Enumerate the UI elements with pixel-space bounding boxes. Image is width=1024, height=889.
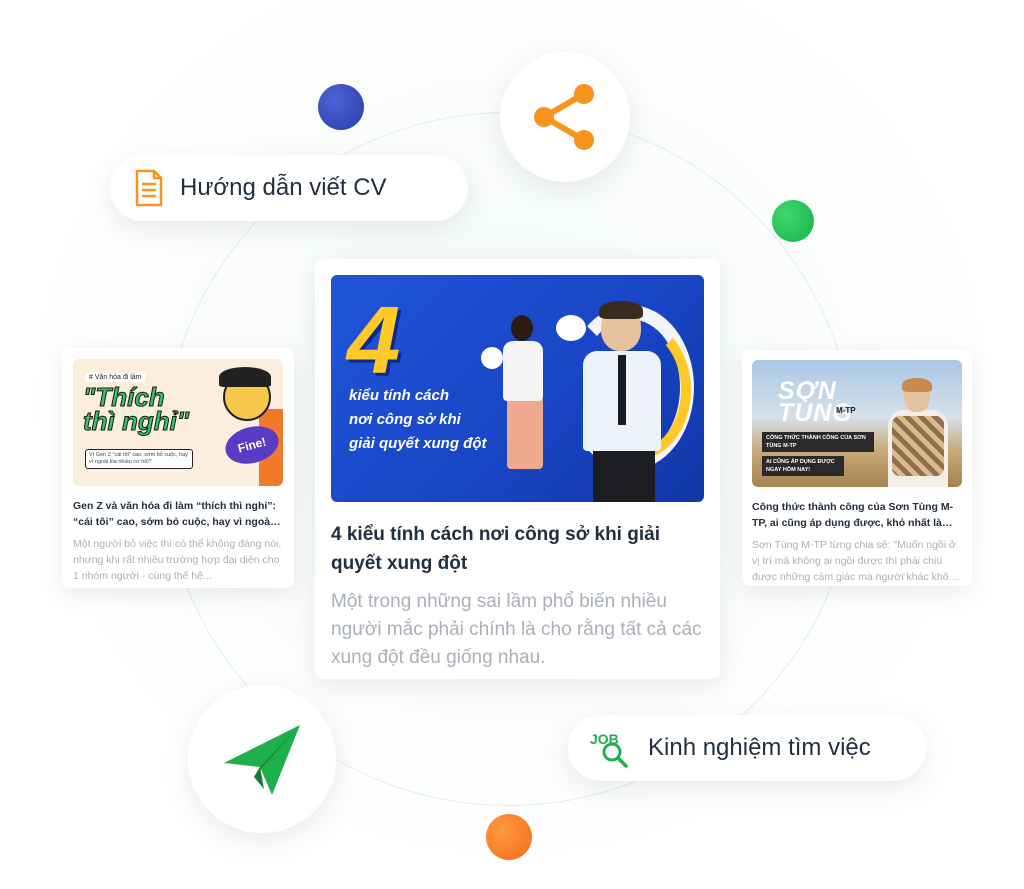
thumbnail-caption-1: CÔNG THỨC THÀNH CÔNG CỦA SƠN TÙNG M-TP xyxy=(762,432,874,452)
thumbnail-line-2: nơi công sở khi xyxy=(349,411,461,428)
article-left-title[interactable]: Gen Z và văn hóa đi làm “thích thì nghỉ”… xyxy=(73,498,283,530)
woman-figure-body xyxy=(503,341,543,401)
paper-plane-icon xyxy=(224,725,300,795)
article-card-left[interactable]: # Văn hóa đi làm "Thích thì nghỉ" Vì Gen… xyxy=(62,348,294,588)
singer-figure-hair xyxy=(902,378,932,392)
thumbnail-headline: SƠN TÙNG xyxy=(778,379,853,426)
share-button[interactable] xyxy=(500,52,630,182)
thumbnail-headline-suffix: M-TP xyxy=(836,406,856,415)
featured-article-description: Một trong những sai lầm phổ biến nhiều n… xyxy=(331,591,702,668)
job-experience-link[interactable]: JOB Kinh nghiệm tìm việc xyxy=(568,715,926,781)
thumbnail-line-1: kiểu tính cách xyxy=(349,387,450,404)
article-right-thumbnail[interactable]: SƠN TÙNG M-TP CÔNG THỨC THÀNH CÔNG CỦA S… xyxy=(752,360,962,487)
cv-guide-link[interactable]: Hướng dẫn viết CV xyxy=(110,155,468,221)
woman-figure-skirt xyxy=(507,397,543,469)
cv-guide-label: Hướng dẫn viết CV xyxy=(180,174,387,201)
article-card-right[interactable]: SƠN TÙNG M-TP CÔNG THỨC THÀNH CÔNG CỦA S… xyxy=(742,350,972,586)
article-right-description: Sơn Tùng M-TP từng chia sẻ: "Muốn ngồi ở… xyxy=(752,539,961,583)
thumbnail-headline-line-2: thì nghỉ" xyxy=(82,406,190,436)
thumbnail-note: Vì Gen Z "cái tôi" cao, sớm bỏ cuộc, hay… xyxy=(85,449,193,469)
boxing-glove xyxy=(481,347,503,369)
singer-figure-scarf xyxy=(892,416,944,476)
thumbnail-headline: "Thích thì nghỉ" xyxy=(82,384,190,436)
job-experience-label: Kinh nghiệm tìm việc xyxy=(648,734,871,761)
woman-figure-head xyxy=(511,315,533,341)
thumbnail-big-number: 4 xyxy=(347,287,401,394)
man-figure-hair xyxy=(599,301,643,319)
thumbnail-line-3: giải quyết xung đột xyxy=(349,435,487,452)
article-right-title[interactable]: Công thức thành công của Sơn Tùng M-TP, … xyxy=(752,499,962,531)
cartoon-character-hair xyxy=(219,367,271,387)
featured-article-title[interactable]: 4 kiểu tính cách nơi công sở khi giải qu… xyxy=(331,520,704,578)
article-left-description: Một người bỏ việc thì có thể không đáng … xyxy=(73,538,282,582)
share-icon xyxy=(534,84,594,150)
job-search-icon: JOB xyxy=(590,731,628,768)
thumbnail-tag: # Văn hóa đi làm xyxy=(85,373,146,382)
send-button[interactable] xyxy=(188,685,336,833)
decorative-dot-green xyxy=(772,200,814,242)
thumbnail-caption-2: AI CŨNG ÁP DỤNG ĐƯỢC NGAY HÔM NAY! xyxy=(762,456,844,476)
man-figure-legs xyxy=(593,447,655,502)
featured-article-thumbnail[interactable]: 4 kiểu tính cách nơi công sở khi giải qu… xyxy=(331,275,704,502)
article-left-thumbnail[interactable]: # Văn hóa đi làm "Thích thì nghỉ" Vì Gen… xyxy=(73,359,283,486)
decorative-dot-blue xyxy=(318,84,364,130)
man-figure-tie xyxy=(618,355,626,425)
document-icon xyxy=(135,169,163,207)
boxing-glove xyxy=(556,315,586,341)
decorative-dot-orange xyxy=(486,814,532,860)
featured-article-card[interactable]: 4 kiểu tính cách nơi công sở khi giải qu… xyxy=(315,259,720,679)
